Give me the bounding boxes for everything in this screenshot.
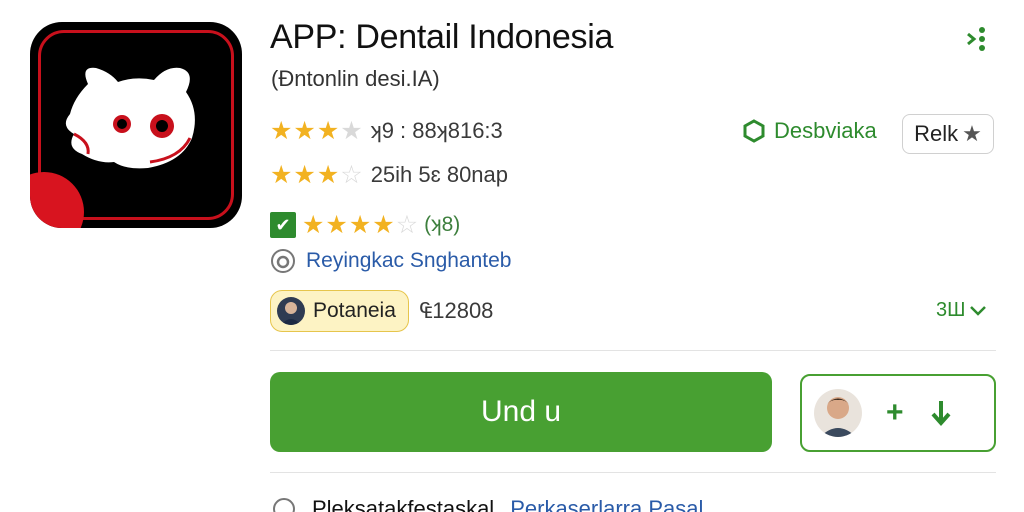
divider — [270, 472, 996, 473]
developer-pill-label: Potaneia — [313, 299, 396, 322]
footer-row: Pleksatakfestaskal Perkaserlarra Pasal — [272, 496, 703, 512]
verified-rating-row: ✔ ★ ★ ★ ★ ☆ (ʞ8) — [270, 212, 460, 238]
radio-circle-icon[interactable] — [272, 497, 296, 512]
rating-row-primary: ★ ★ ★ ★ ʞ9 : 88ʞ816:3 — [270, 118, 503, 144]
avatar — [814, 389, 862, 437]
install-button[interactable]: Und u — [270, 372, 772, 452]
star-icon: ★ — [293, 160, 316, 189]
more-options-icon[interactable] — [962, 24, 996, 54]
bear-face-icon — [65, 67, 195, 169]
rating-primary-text: ʞ9 : 88ʞ816:3 — [370, 118, 503, 143]
size-link-label: 3Ш — [936, 299, 966, 321]
plus-icon[interactable]: + — [886, 398, 904, 428]
star-icon: ★ — [962, 121, 982, 146]
size-link[interactable]: 3Ш — [936, 299, 987, 322]
hexagon-icon — [743, 119, 765, 143]
star-rating: ★ ★ ★ ★ ☆ — [302, 210, 419, 239]
star-icon: ★ — [316, 116, 340, 145]
verified-check-icon: ✔ — [270, 212, 296, 238]
download-arrow-icon[interactable] — [928, 398, 954, 428]
support-link-label: Reyingkac Snghanteb — [306, 249, 512, 272]
rate-button[interactable]: Relk ★ — [902, 114, 994, 154]
app-subtitle: (Ɖntonlin desi.IA) — [271, 66, 440, 91]
star-icon: ★ — [372, 210, 395, 239]
app-icon — [30, 22, 242, 228]
star-icon: ★ — [325, 210, 348, 239]
rate-button-label: Relk — [914, 121, 959, 146]
divider — [270, 350, 996, 351]
star-icon: ★ — [316, 160, 340, 189]
review-count: (ʞ8) — [424, 213, 461, 236]
star-icon: ★ — [340, 116, 363, 145]
support-link[interactable]: Reyingkac Snghanteb — [270, 248, 511, 274]
star-icon: ★ — [270, 116, 293, 145]
star-icon: ☆ — [340, 160, 363, 189]
developer-link[interactable]: Desbviaka — [742, 118, 877, 144]
info-circle-icon — [271, 249, 295, 273]
price-text: ₠12808 — [420, 298, 494, 323]
star-icon: ★ — [348, 210, 372, 239]
developer-link-label: Desbviaka — [774, 118, 877, 143]
developer-pill[interactable]: Potaneia — [270, 290, 409, 332]
star-rating: ★ ★ ★ ☆ — [270, 160, 363, 189]
star-icon: ☆ — [395, 210, 419, 239]
install-button-label: Und u — [480, 395, 562, 428]
star-icon: ★ — [293, 116, 316, 145]
app-title: APP: Dentail Indonesia — [270, 18, 614, 56]
footer-left-text: Pleksatakfestaskal — [312, 496, 495, 512]
rating-row-secondary: ★ ★ ★ ☆ 25ih 5ɛ 80nap — [270, 162, 508, 188]
star-rating: ★ ★ ★ ★ — [270, 116, 363, 145]
dots-icon — [967, 27, 985, 51]
rating-secondary-text: 25ih 5ɛ 80nap — [370, 162, 509, 187]
avatar — [277, 297, 305, 325]
star-icon: ★ — [270, 160, 293, 189]
footer-right-link[interactable]: Perkaserlarra Pasal — [510, 496, 703, 512]
star-icon: ★ — [302, 210, 325, 239]
chevron-down-icon — [970, 305, 987, 316]
action-card: + — [800, 374, 996, 452]
